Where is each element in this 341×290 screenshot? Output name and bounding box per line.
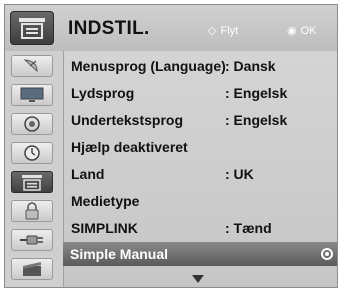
menu-item-value: : Engelsk	[225, 85, 288, 101]
menu-item-label: Hjælp deaktiveret	[71, 139, 188, 155]
audio-icon[interactable]	[11, 113, 53, 135]
menu-item-label: Lydsprog	[71, 85, 135, 101]
menu-category-sidebar	[5, 51, 64, 287]
menu-item-simplink[interactable]: SIMPLINK : Tænd	[64, 215, 337, 241]
menu-item-value: : UK	[225, 166, 254, 182]
settings-menu-panel: INDSTIL. ◇ Flyt ◉ OK Menusprog (Language…	[4, 4, 338, 288]
movie-icon[interactable]	[11, 258, 53, 280]
menu-item-label: SIMPLINK	[71, 220, 138, 236]
settings-icon[interactable]	[11, 171, 53, 193]
ok-select-icon	[321, 248, 333, 260]
menu-item-label: Menusprog (Language)	[71, 58, 226, 74]
ok-hint-label: OK	[300, 24, 317, 37]
menu-header: INDSTIL. ◇ Flyt ◉ OK	[5, 5, 337, 51]
page-title: INDSTIL.	[68, 18, 150, 39]
menu-item-value: : Tænd	[225, 220, 272, 236]
menu-item-simple-manual[interactable]: Simple Manual	[63, 242, 337, 266]
settings-header-icon	[10, 11, 54, 45]
menu-item-menu-language[interactable]: Menusprog (Language) : Dansk	[64, 53, 337, 79]
move-hint-label: Flyt	[220, 24, 239, 37]
ok-hint: ◉ OK	[287, 24, 317, 38]
simplink-plug-icon[interactable]	[11, 229, 53, 251]
menu-item-media-type[interactable]: Medietype	[64, 188, 337, 214]
navigate-arrows-icon: ◇	[208, 25, 217, 37]
menu-item-value: : Engelsk	[225, 112, 288, 128]
move-hint: ◇ Flyt	[208, 24, 239, 38]
menu-item-audio-language[interactable]: Lydsprog : Engelsk	[64, 80, 337, 106]
ok-button-icon: ◉	[287, 25, 297, 37]
picture-icon[interactable]	[11, 84, 53, 106]
menu-list: Menusprog (Language) : Dansk Lydsprog : …	[63, 51, 337, 287]
menu-item-subtitle-language[interactable]: Undertekstsprog : Engelsk	[64, 107, 337, 133]
menu-item-help-disabled[interactable]: Hjælp deaktiveret	[64, 134, 337, 160]
lock-icon[interactable]	[11, 200, 53, 222]
satellite-dish-icon[interactable]	[11, 55, 53, 77]
menu-item-label: Land	[71, 166, 105, 182]
menu-item-label: Simple Manual	[70, 246, 169, 262]
scroll-down-arrow-icon[interactable]	[192, 275, 204, 283]
menu-item-country[interactable]: Land : UK	[64, 161, 337, 187]
menu-item-label: Undertekstsprog	[71, 112, 184, 128]
menu-item-value: : Dansk	[225, 58, 276, 74]
clock-icon[interactable]	[11, 142, 53, 164]
menu-item-label: Medietype	[71, 193, 140, 209]
